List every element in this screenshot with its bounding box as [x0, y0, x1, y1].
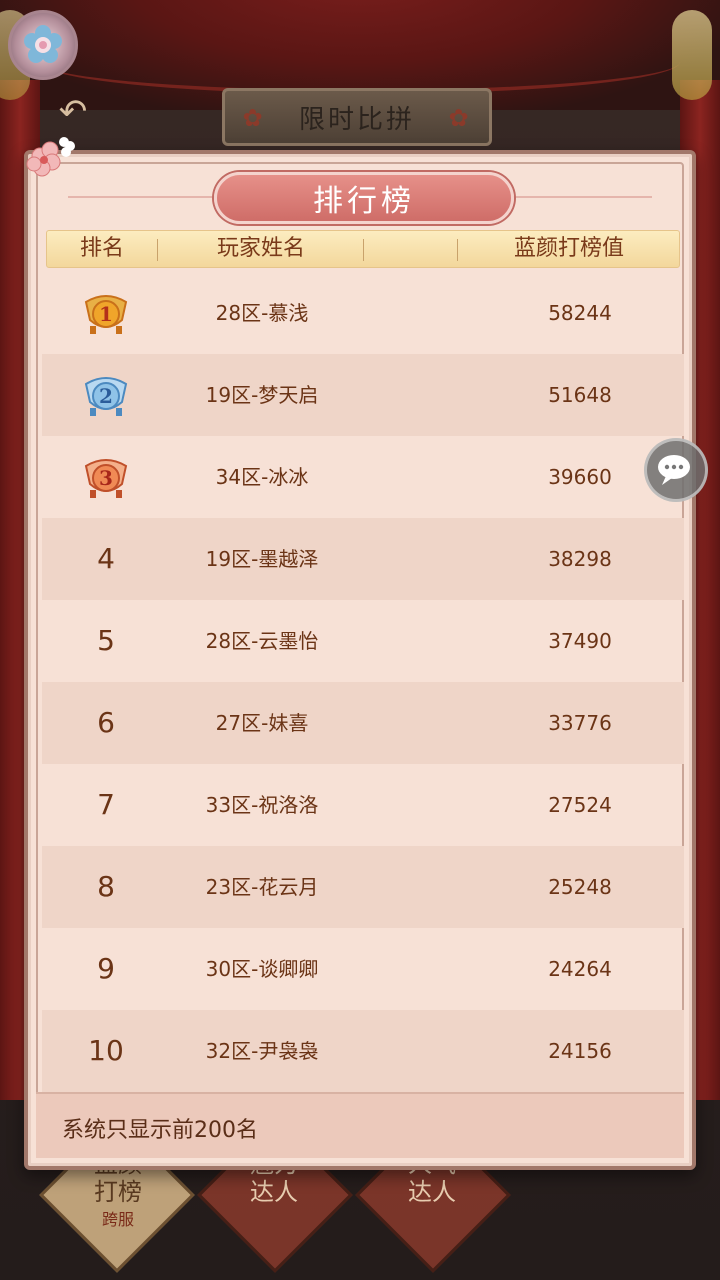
- player-score: 24264: [548, 957, 612, 981]
- medal-rank-number: 1: [99, 302, 113, 326]
- ranking-list: 1 28区-慕浅 58244 2 19区-梦天启 51648 3 34区-冰冰 39660 4 19…: [42, 272, 684, 1092]
- player-name: 28区-慕浅: [215, 301, 309, 325]
- player-name: 23区-花云月: [205, 875, 319, 899]
- chat-button[interactable]: [644, 438, 708, 502]
- table-header: 排名 玩家姓名 蓝颜打榜值: [46, 230, 680, 268]
- ranking-row: 4 19区-墨越泽 38298: [42, 518, 684, 600]
- column-empty: [365, 231, 455, 267]
- column-rank: 排名: [79, 236, 124, 261]
- ranking-row: 8 23区-花云月 25248: [42, 846, 684, 928]
- player-name: 27区-妹喜: [215, 711, 309, 735]
- flower-ornament-icon: ✿: [448, 104, 472, 132]
- player-score: 25248: [548, 875, 612, 899]
- title-divider-left: [68, 196, 218, 198]
- ranking-row: 7 33区-祝洛洛 27524: [42, 764, 684, 846]
- ranking-row: 10 32区-尹袅袅 24156: [42, 1010, 684, 1092]
- column-separator: [363, 239, 364, 261]
- ranking-row: 2 19区-梦天启 51648: [42, 354, 684, 436]
- player-score: 38298: [548, 547, 612, 571]
- tab-sub-label: 跨服: [101, 1210, 134, 1229]
- player-name: 19区-梦天启: [205, 383, 319, 407]
- rank-number: 8: [97, 870, 115, 903]
- ranking-row: 3 34区-冰冰 39660: [42, 436, 684, 518]
- leaderboard-panel: 排行榜 排名 玩家姓名 蓝颜打榜值 1 28区-慕浅 58244 2 19区-梦天启 51…: [24, 137, 696, 1170]
- ranking-row: 9 30区-谈卿卿 24264: [42, 928, 684, 1010]
- ranking-row: 1 28区-慕浅 58244: [42, 272, 684, 354]
- footer-note: 系统只显示前200名: [62, 1118, 258, 1143]
- bronze-medal-icon: 3: [84, 459, 128, 498]
- event-banner: ✿ 限时比拼 ✿: [222, 88, 492, 146]
- title-divider-right: [502, 196, 652, 198]
- panel-title: 排行榜: [214, 172, 514, 224]
- column-player-name: 玩家姓名: [216, 236, 305, 261]
- medal-rank-number: 3: [99, 466, 113, 490]
- column-separator: [157, 239, 158, 261]
- player-score: 58244: [548, 301, 612, 325]
- lantern-decoration: [672, 10, 712, 100]
- silver-medal-icon: 2: [84, 377, 128, 416]
- panel-footer: 系统只显示前200名: [36, 1092, 684, 1158]
- rank-number: 10: [88, 1034, 124, 1067]
- rank-number: 7: [97, 788, 115, 821]
- player-name: 19区-墨越泽: [205, 547, 319, 571]
- column-separator: [457, 239, 458, 261]
- player-name: 30区-谈卿卿: [205, 957, 319, 981]
- player-score: 51648: [548, 383, 612, 407]
- player-score: 37490: [548, 629, 612, 653]
- column-score: 蓝颜打榜值: [513, 236, 624, 261]
- gold-medal-icon: 1: [84, 295, 128, 334]
- player-name: 33区-祝洛洛: [205, 793, 319, 817]
- event-title: 限时比拼: [298, 104, 415, 135]
- rank-number: 9: [97, 952, 115, 985]
- player-score: 24156: [548, 1039, 612, 1063]
- medal-rank-number: 2: [99, 384, 113, 408]
- chat-bubble-icon: [658, 455, 690, 485]
- player-score: 33776: [548, 711, 612, 735]
- flower-settings-icon: [24, 25, 62, 63]
- player-name: 34区-冰冰: [215, 465, 309, 489]
- cherry-blossom-icon: [26, 137, 75, 177]
- tab-label-line2: 达人: [250, 1178, 298, 1206]
- rank-number: 6: [97, 706, 115, 739]
- rank-number: 5: [97, 624, 115, 657]
- player-score: 27524: [548, 793, 612, 817]
- rank-number: 4: [97, 542, 115, 575]
- settings-button[interactable]: [8, 10, 78, 80]
- player-name: 32区-尹袅袅: [205, 1039, 319, 1063]
- ranking-row: 6 27区-妹喜 33776: [42, 682, 684, 764]
- player-name: 28区-云墨怡: [205, 629, 319, 653]
- flower-ornament-icon: ✿: [242, 104, 266, 132]
- tab-label-line2: 打榜: [94, 1178, 142, 1206]
- tab-label-line2: 达人: [408, 1178, 456, 1206]
- ranking-row: 5 28区-云墨怡 37490: [42, 600, 684, 682]
